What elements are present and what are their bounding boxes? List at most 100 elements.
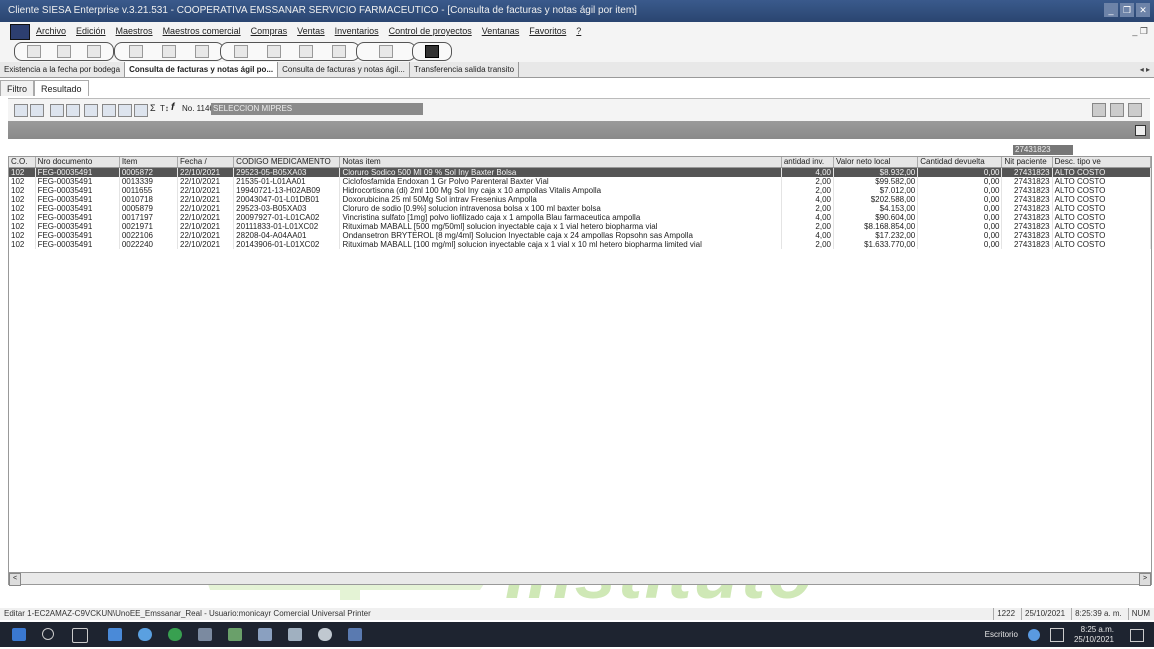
table-cell[interactable]: 27431823 — [1001, 177, 1053, 186]
table-cell[interactable]: Rituximab MABALL [500 mg/50ml] solucion … — [339, 222, 782, 231]
table-cell[interactable]: 4,00 — [781, 167, 834, 177]
previous-record-icon[interactable] — [266, 45, 281, 58]
table-cell[interactable]: $90.604,00 — [833, 213, 919, 222]
table-cell[interactable]: Cloruro Sodico 500 Ml 09 % Sol Iny Baxte… — [339, 167, 782, 177]
column-header-1[interactable]: Nro documento — [35, 157, 120, 168]
search-taskbar-icon[interactable] — [42, 628, 54, 640]
search-icon[interactable] — [128, 45, 143, 58]
column-header-0[interactable]: C.O. — [9, 157, 36, 168]
table-cell[interactable]: $202.588,00 — [833, 195, 919, 204]
table-cell[interactable]: ALTO COSTO — [1052, 231, 1151, 240]
app-icon-2[interactable] — [258, 628, 272, 641]
menu-item-0[interactable]: Archivo — [36, 22, 66, 40]
table-cell[interactable]: 2,00 — [781, 177, 834, 186]
scroll-right-icon[interactable]: > — [1139, 573, 1151, 586]
table-cell[interactable]: 20143906-01-L01XC02 — [233, 240, 341, 249]
volume-icon[interactable] — [1049, 627, 1064, 642]
horizontal-scrollbar[interactable]: < > — [8, 572, 1152, 586]
column-filter-value[interactable]: 27431823 — [1013, 145, 1073, 155]
excel-taskbar-icon[interactable] — [228, 628, 242, 641]
table-cell[interactable]: 22/10/2021 — [177, 195, 235, 204]
table-cell[interactable]: 0017197 — [119, 213, 179, 222]
table-cell[interactable]: ALTO COSTO — [1052, 240, 1151, 249]
table-cell[interactable]: 0021971 — [119, 222, 179, 231]
zoom-icon[interactable] — [118, 104, 132, 117]
app-icon-1[interactable] — [198, 628, 212, 641]
table-cell[interactable]: 27431823 — [1001, 195, 1053, 204]
menu-item-1[interactable]: Edición — [76, 22, 106, 40]
column-header-9[interactable]: Nit paciente — [1001, 157, 1053, 168]
collapse-icon[interactable] — [1135, 125, 1146, 136]
table-cell[interactable]: 2,00 — [781, 222, 834, 231]
notification-icon[interactable] — [1130, 629, 1144, 642]
table-cell[interactable]: ALTO COSTO — [1052, 204, 1151, 213]
app-icon-4[interactable] — [318, 628, 332, 641]
table-row[interactable]: 102 FEG-00035491 0010718 22/10/2021 20043047… — [9, 195, 1151, 204]
table-cell[interactable]: 22/10/2021 — [177, 177, 235, 186]
table-cell[interactable]: 0,00 — [917, 167, 1003, 177]
table-cell[interactable]: $1.633.770,00 — [833, 240, 919, 249]
table-cell[interactable]: FEG-00035491 — [35, 177, 120, 186]
table-cell[interactable]: ALTO COSTO — [1052, 195, 1151, 204]
menu-item-2[interactable]: Maestros — [116, 22, 153, 40]
table-cell[interactable]: 102 — [9, 204, 36, 213]
menu-item-3[interactable]: Maestros comercial — [163, 22, 241, 40]
mdi-window-controls[interactable]: _ ❐ — [1132, 22, 1148, 40]
table-cell[interactable]: FEG-00035491 — [35, 195, 120, 204]
column-header-4[interactable]: CODIGO MEDICAMENTO — [233, 157, 341, 168]
save-icon[interactable] — [161, 45, 176, 58]
table-cell[interactable]: 2,00 — [781, 240, 834, 249]
table-cell[interactable]: Ondansetron BRYTEROL [8 mg/4ml] Solucion… — [339, 231, 782, 240]
filter-icon[interactable] — [84, 104, 98, 117]
table-cell[interactable]: FEG-00035491 — [35, 222, 120, 231]
table-cell[interactable]: $8.932,00 — [833, 167, 919, 177]
table-cell[interactable]: ALTO COSTO — [1052, 167, 1151, 177]
table-cell[interactable]: 22/10/2021 — [177, 222, 235, 231]
table-cell[interactable]: Doxorubicina 25 ml 50Mg Sol intrav Frese… — [339, 195, 782, 204]
table-cell[interactable]: 102 — [9, 231, 36, 240]
grid-icon[interactable] — [30, 104, 44, 117]
table-cell[interactable]: 0022240 — [119, 240, 179, 249]
table-cell[interactable]: FEG-00035491 — [35, 167, 120, 177]
menu-item-8[interactable]: Ventanas — [482, 22, 520, 40]
table-cell[interactable]: FEG-00035491 — [35, 231, 120, 240]
column-header-2[interactable]: Item — [119, 157, 179, 168]
table-cell[interactable]: $17.232,00 — [833, 231, 919, 240]
table-cell[interactable]: 27431823 — [1001, 167, 1053, 177]
table-row[interactable]: 102 FEG-00035491 0017197 22/10/2021 20097927… — [9, 213, 1151, 222]
subtab-filtro[interactable]: Filtro — [0, 80, 34, 96]
clock[interactable]: 8:25 a.m. 25/10/2021 — [1074, 625, 1114, 645]
percent-icon[interactable] — [14, 104, 28, 117]
table-row[interactable]: 102 FEG-00035491 0022240 22/10/2021 20143906… — [9, 240, 1151, 249]
table-cell[interactable]: $4.153,00 — [833, 204, 919, 213]
table-cell[interactable]: Vincristina sulfato [1mg] polvo liofiliz… — [339, 213, 782, 222]
table-cell[interactable]: FEG-00035491 — [35, 186, 120, 195]
table-cell[interactable]: 22/10/2021 — [177, 167, 235, 177]
table-cell[interactable]: Ciclofosfamida Endoxan 1 Gr Polvo Parent… — [339, 177, 782, 186]
table-cell[interactable]: 2,00 — [781, 204, 834, 213]
table-cell[interactable]: 102 — [9, 195, 36, 204]
table-cell[interactable]: ALTO COSTO — [1052, 177, 1151, 186]
menu-item-5[interactable]: Ventas — [297, 22, 325, 40]
table-cell[interactable]: FEG-00035491 — [35, 240, 120, 249]
function-icon[interactable]: f — [171, 102, 174, 113]
menu-item-6[interactable]: Inventarios — [335, 22, 379, 40]
column-header-3[interactable]: Fecha / — [177, 157, 235, 168]
table-row[interactable]: 102 FEG-00035491 0011655 22/10/2021 19940721… — [9, 186, 1151, 195]
columns-icon[interactable] — [50, 104, 64, 117]
excel-icon[interactable] — [1128, 103, 1142, 117]
eye-icon[interactable] — [425, 45, 439, 58]
table-cell[interactable]: 102 — [9, 222, 36, 231]
selection-field[interactable]: SELECCION MIPRES — [211, 103, 423, 115]
doc-tab-1[interactable]: Consulta de facturas y notas ágil po... — [125, 62, 279, 77]
chart-icon[interactable] — [102, 104, 116, 117]
table-cell[interactable]: 0,00 — [917, 222, 1003, 231]
print-icon[interactable] — [195, 45, 210, 58]
table-cell[interactable]: $99.582,00 — [833, 177, 919, 186]
table-cell[interactable]: 29523-05-B05XA03 — [233, 167, 341, 177]
table-cell[interactable]: 27431823 — [1001, 186, 1053, 195]
app-menu-icon[interactable] — [10, 24, 30, 40]
table-cell[interactable]: 22/10/2021 — [177, 231, 235, 240]
new-doc-icon[interactable] — [27, 45, 41, 58]
menu-item-9[interactable]: Favoritos — [529, 22, 566, 40]
